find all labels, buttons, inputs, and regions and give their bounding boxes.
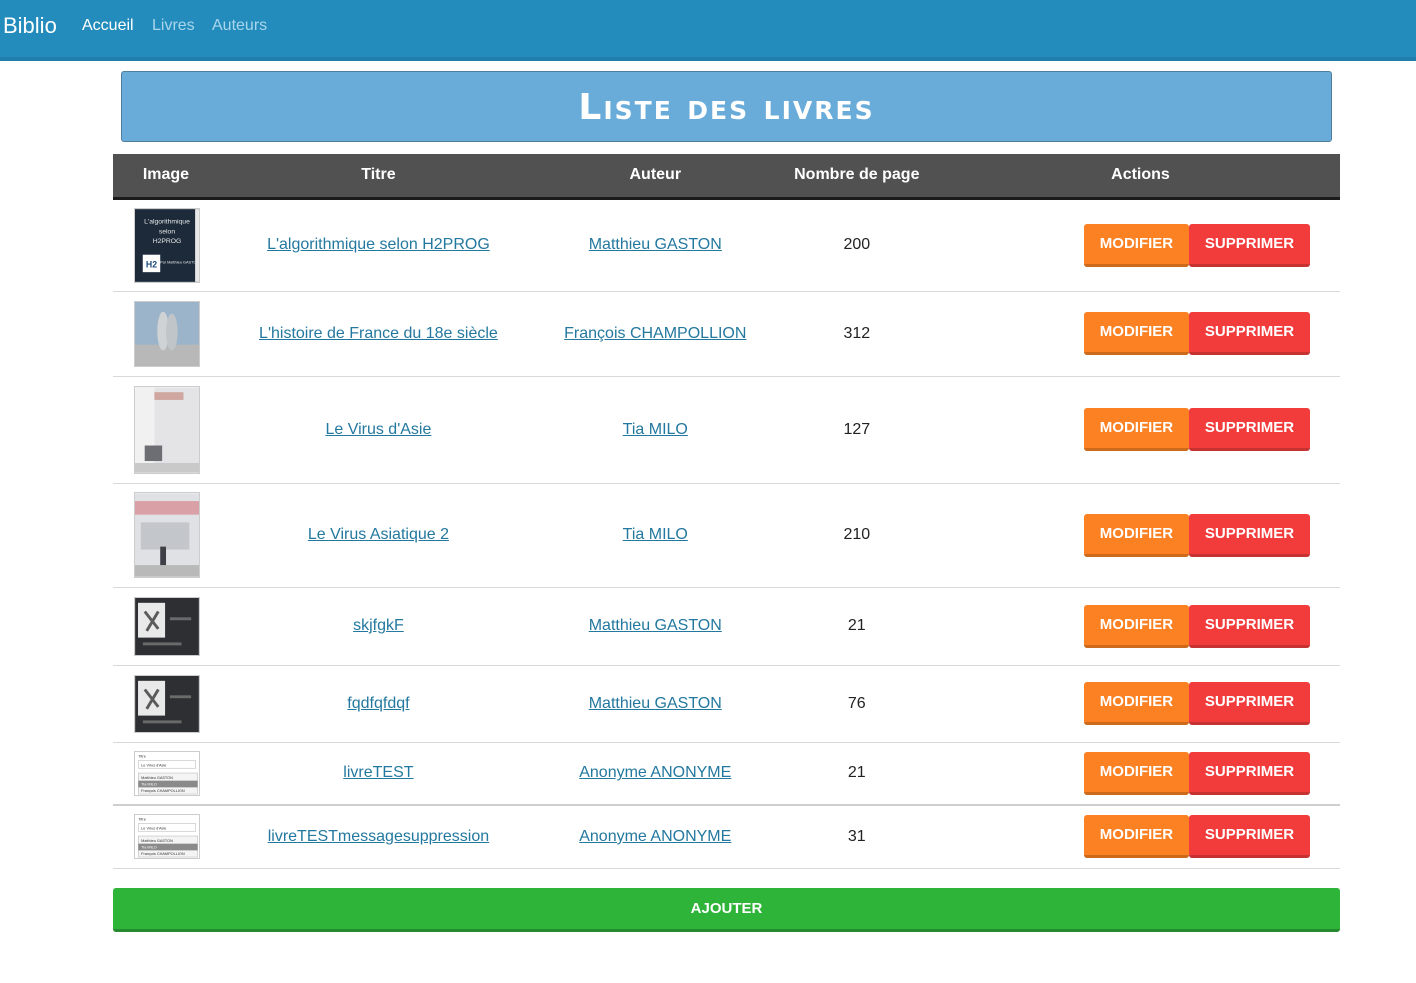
book-title-link[interactable]: Le Virus Asiatique 2 <box>308 526 449 543</box>
svg-text:H2PROG: H2PROG <box>153 238 182 245</box>
book-pages: 31 <box>772 805 941 869</box>
brand-logo[interactable]: Biblio <box>3 13 57 39</box>
book-pages: 312 <box>772 291 941 377</box>
delete-button[interactable]: SUPPRIMER <box>1189 408 1310 451</box>
table-row: Titre Le Virus d'Asie Matthieu GASTON Ti… <box>113 742 1340 806</box>
book-pages: 21 <box>772 587 941 666</box>
modify-button[interactable]: MODIFIER <box>1083 312 1189 355</box>
book-cover-thumbnail <box>134 300 200 367</box>
delete-button[interactable]: SUPPRIMER <box>1189 682 1310 725</box>
svg-text:Le Virus d'Asie: Le Virus d'Asie <box>141 827 166 831</box>
nav-link-accueil[interactable]: Accueil <box>82 17 134 35</box>
book-author-link[interactable]: Tia MILO <box>623 526 688 543</box>
book-title-link[interactable]: fqdfqfdqf <box>347 695 409 712</box>
table-row: skjfgkF Matthieu GASTON 21 MODIFIER SUPP… <box>113 587 1340 666</box>
book-author-link[interactable]: Anonyme ANONYME <box>579 828 731 845</box>
header-image: Image <box>113 154 219 200</box>
header-title: Titre <box>218 154 538 200</box>
book-title-link[interactable]: Le Virus d'Asie <box>325 421 431 438</box>
book-author-link[interactable]: Matthieu GASTON <box>589 236 722 253</box>
svg-text:Matthieu GASTON: Matthieu GASTON <box>141 776 173 780</box>
svg-text:selon: selon <box>159 228 175 235</box>
table-header-row: Image Titre Auteur Nombre de page Action… <box>113 154 1340 200</box>
table-row: Le Virus Asiatique 2 Tia MILO 210 MODIFI… <box>113 483 1340 588</box>
table-row: L'algorithmique selon H2PROG H2 Par Matt… <box>113 198 1340 292</box>
svg-text:Titre: Titre <box>138 754 145 758</box>
book-author-link[interactable]: Matthieu GASTON <box>589 617 722 634</box>
svg-text:Matthieu GASTON: Matthieu GASTON <box>141 839 173 843</box>
svg-text:François CHAMPOLLION: François CHAMPOLLION <box>141 789 185 793</box>
book-cover-thumbnail <box>134 596 200 656</box>
delete-button[interactable]: SUPPRIMER <box>1189 312 1310 355</box>
top-navbar: Biblio Accueil Livres Auteurs <box>0 0 1416 61</box>
book-cover-thumbnail: L'algorithmique selon H2PROG H2 Par Matt… <box>134 207 200 283</box>
book-author-link[interactable]: Tia MILO <box>623 421 688 438</box>
svg-text:L'algorithmique: L'algorithmique <box>144 218 190 225</box>
nav-link-auteurs[interactable]: Auteurs <box>212 17 267 35</box>
delete-button[interactable]: SUPPRIMER <box>1189 223 1310 267</box>
table-row: L'histoire de France du 18e siècle Franç… <box>113 291 1340 377</box>
table-row: fqdfqfdqf Matthieu GASTON 76 MODIFIER SU… <box>113 665 1340 743</box>
book-pages: 76 <box>772 665 941 743</box>
svg-text:Par Matthieu GASTON: Par Matthieu GASTON <box>160 259 199 264</box>
book-cover-thumbnail <box>134 492 200 578</box>
header-actions: Actions <box>940 154 1340 200</box>
modify-button[interactable]: MODIFIER <box>1083 223 1189 267</box>
book-author-link[interactable]: Matthieu GASTON <box>589 695 722 712</box>
add-book-button[interactable]: AJOUTER <box>113 888 1340 932</box>
table-row: Le Virus d'Asie Tia MILO 127 MODIFIER SU… <box>113 376 1340 484</box>
table-row: Titre Le Virus d'Asie Matthieu GASTON Ti… <box>113 805 1340 869</box>
header-pages: Nombre de page <box>772 154 941 200</box>
delete-button[interactable]: SUPPRIMER <box>1189 751 1310 795</box>
book-title-link[interactable]: L'algorithmique selon H2PROG <box>267 236 490 253</box>
delete-button[interactable]: SUPPRIMER <box>1189 513 1310 557</box>
book-cover-thumbnail: Titre Le Virus d'Asie Matthieu GASTON Ti… <box>134 814 200 860</box>
delete-button[interactable]: SUPPRIMER <box>1189 604 1310 648</box>
book-pages: 127 <box>772 376 941 484</box>
svg-text:Tia MILO: Tia MILO <box>141 782 157 786</box>
page-title: Liste des livres <box>578 87 875 128</box>
book-author-link[interactable]: Anonyme ANONYME <box>579 764 731 781</box>
modify-button[interactable]: MODIFIER <box>1083 682 1189 725</box>
book-pages: 200 <box>772 198 941 292</box>
book-cover-thumbnail <box>134 385 200 474</box>
book-pages: 21 <box>772 742 941 806</box>
book-title-link[interactable]: livreTESTmessagesuppression <box>268 828 489 845</box>
svg-text:H2: H2 <box>146 259 157 269</box>
svg-text:François CHAMPOLLION: François CHAMPOLLION <box>141 852 185 856</box>
page-title-box: Liste des livres <box>121 71 1332 142</box>
delete-button[interactable]: SUPPRIMER <box>1189 815 1310 859</box>
modify-button[interactable]: MODIFIER <box>1083 751 1189 795</box>
book-author-link[interactable]: François CHAMPOLLION <box>564 325 746 342</box>
book-cover-thumbnail <box>134 674 200 733</box>
svg-text:Le Virus d'Asie: Le Virus d'Asie <box>141 763 166 767</box>
modify-button[interactable]: MODIFIER <box>1083 408 1189 451</box>
svg-text:Tia MILO: Tia MILO <box>141 846 157 850</box>
svg-text:Titre: Titre <box>138 818 145 822</box>
book-title-link[interactable]: L'histoire de France du 18e siècle <box>259 325 498 342</box>
book-title-link[interactable]: skjfgkF <box>353 617 404 634</box>
book-cover-thumbnail: Titre Le Virus d'Asie Matthieu GASTON Ti… <box>134 750 200 796</box>
books-table: Image Titre Auteur Nombre de page Action… <box>113 154 1340 869</box>
nav-link-livres[interactable]: Livres <box>152 17 195 35</box>
modify-button[interactable]: MODIFIER <box>1083 513 1189 557</box>
book-pages: 210 <box>772 483 941 588</box>
modify-button[interactable]: MODIFIER <box>1083 815 1189 859</box>
header-author: Auteur <box>537 154 773 200</box>
book-title-link[interactable]: livreTEST <box>343 764 413 781</box>
modify-button[interactable]: MODIFIER <box>1083 604 1189 648</box>
